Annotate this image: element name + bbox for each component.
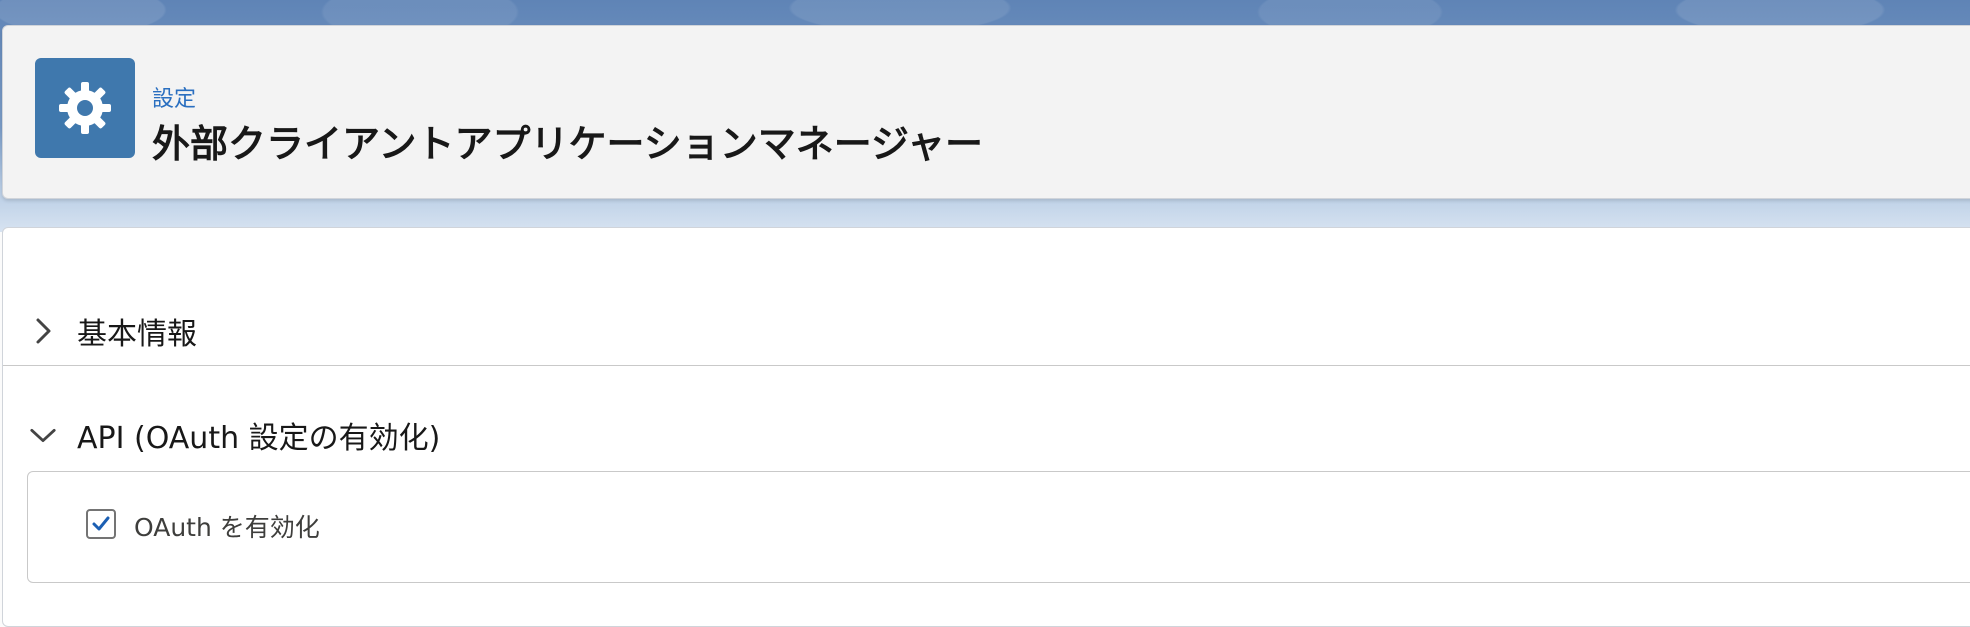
chevron-right-icon xyxy=(29,317,57,345)
section-api-oauth[interactable]: API (OAuth 設定の有効化) xyxy=(3,410,1970,460)
section-divider xyxy=(3,365,1970,366)
chevron-down-icon xyxy=(29,421,57,449)
page-title: 外部クライアントアプリケーションマネージャー xyxy=(152,122,984,166)
enable-oauth-checkbox[interactable] xyxy=(86,509,116,539)
main-content: 基本情報 API (OAuth 設定の有効化) OAuth を有効化 xyxy=(2,227,1970,627)
breadcrumb-setup-link[interactable]: 設定 xyxy=(152,89,196,111)
enable-oauth-label: OAuth を有効化 xyxy=(134,513,320,542)
section-basic-info[interactable]: 基本情報 xyxy=(3,306,1970,356)
section-label: 基本情報 xyxy=(77,317,197,352)
oauth-settings-panel: OAuth を有効化 xyxy=(27,471,1970,583)
gear-icon xyxy=(35,58,135,158)
section-label: API (OAuth 設定の有効化) xyxy=(77,421,441,456)
page-header: 設定 外部クライアントアプリケーションマネージャー xyxy=(2,25,1970,199)
checkmark-icon xyxy=(92,516,110,531)
